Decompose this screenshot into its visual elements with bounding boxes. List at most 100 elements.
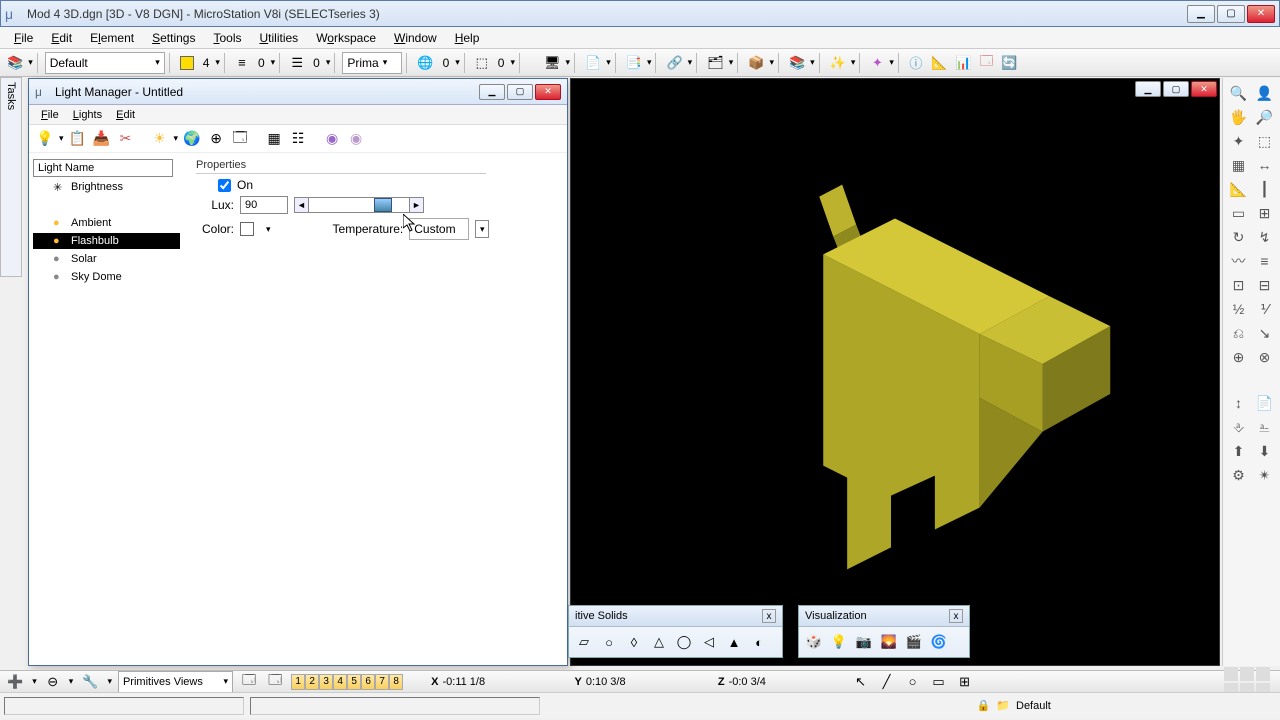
rt-3[interactable]: 🖐 [1227, 106, 1251, 128]
view-btn-8[interactable]: 8 [389, 674, 403, 690]
rt-21[interactable]: ⎌ [1227, 322, 1251, 344]
rt-24[interactable]: ⊗ [1253, 346, 1277, 368]
light-item-brightness[interactable]: ✳ Brightness [33, 179, 180, 195]
rt-23[interactable]: ⊕ [1227, 346, 1251, 368]
rt-9[interactable]: 📐 [1227, 178, 1251, 200]
menu-edit[interactable]: Edit [43, 29, 80, 47]
target-icon[interactable]: ⊕ [206, 129, 226, 149]
minimize-button[interactable]: ▁ [1187, 5, 1215, 23]
tool-l[interactable]: 🗔 [976, 52, 996, 74]
lm-menu-edit[interactable]: Edit [110, 108, 141, 122]
snap-cursor-icon[interactable]: ↖ [851, 671, 871, 693]
delete-light-icon[interactable]: ✂ [116, 129, 136, 149]
globe-icon[interactable]: 🌍 [182, 129, 202, 149]
rt-22[interactable]: ↘ [1253, 322, 1277, 344]
rt-15[interactable]: 〰 [1227, 250, 1251, 272]
view-maximize-button[interactable]: ▢ [1163, 81, 1189, 97]
lux-input[interactable] [240, 196, 288, 214]
tool-j[interactable]: 📐 [928, 52, 950, 74]
viz-5-icon[interactable]: 🎬 [903, 631, 925, 653]
tool-h[interactable]: ✨ [827, 52, 849, 74]
tool-k[interactable]: 📊 [952, 52, 974, 74]
rt-26[interactable]: 📄 [1253, 392, 1277, 414]
light-item-skydome[interactable]: ● Sky Dome [33, 269, 180, 285]
rt-18[interactable]: ⊟ [1253, 274, 1277, 296]
render1-icon[interactable]: ◉ [322, 129, 342, 149]
rt-12[interactable]: ⊞ [1253, 202, 1277, 224]
rt-8[interactable]: ↔ [1253, 154, 1277, 176]
rt-25[interactable]: ↕ [1227, 392, 1251, 414]
menu-element[interactable]: Element [82, 29, 142, 47]
lm-maximize-button[interactable]: ▢ [507, 84, 533, 100]
solid-wedge-icon[interactable]: ◁ [698, 631, 720, 653]
rt-1[interactable]: 🔍 [1227, 82, 1251, 104]
snap-grid-icon[interactable]: ⊞ [955, 671, 975, 693]
temp-caret[interactable]: ▾ [475, 220, 489, 238]
layers-icon[interactable]: 📚 [4, 52, 26, 74]
tool-g[interactable]: 📚 [786, 52, 808, 74]
solids-close-icon[interactable]: x [762, 609, 776, 623]
on-checkbox[interactable] [218, 179, 231, 192]
tool-f[interactable]: 📦 [745, 52, 767, 74]
lm-close-button[interactable]: ✕ [535, 84, 561, 100]
menu-settings[interactable]: Settings [144, 29, 203, 47]
view-close-button[interactable]: ✕ [1191, 81, 1217, 97]
viz-1-icon[interactable]: 🎲 [803, 631, 825, 653]
level-dropdown[interactable]: Default ▾ [45, 52, 165, 74]
solid-extra-icon[interactable]: ◐ [748, 631, 770, 653]
snap-rect-icon[interactable]: ▭ [929, 671, 949, 693]
lm-minimize-button[interactable]: ▁ [479, 84, 505, 100]
new-light-icon[interactable]: 💡 [35, 129, 55, 149]
tool-b[interactable]: 📄 [582, 52, 604, 74]
viz-2-icon[interactable]: 💡 [828, 631, 850, 653]
rt-13[interactable]: ↻ [1227, 226, 1251, 248]
bb-minus-icon[interactable]: ⊖ [43, 671, 63, 693]
rt-28[interactable]: ⎁ [1253, 416, 1277, 438]
menu-tools[interactable]: Tools [205, 29, 249, 47]
color-swatch[interactable] [240, 222, 254, 236]
rt-14[interactable]: ↯ [1253, 226, 1277, 248]
viz-3-icon[interactable]: 📷 [853, 631, 875, 653]
viz-close-icon[interactable]: x [949, 609, 963, 623]
copy-light-icon[interactable]: 📋 [68, 129, 88, 149]
menu-help[interactable]: Help [447, 29, 488, 47]
list-icon[interactable]: ☷ [288, 129, 308, 149]
rt-7[interactable]: ▦ [1227, 154, 1251, 176]
paste-light-icon[interactable]: 📥 [92, 129, 112, 149]
primitive-solids-toolbox[interactable]: itive Solids x ▱ ○ ◊ △ ◯ ◁ ▲ ◐ [568, 605, 783, 658]
folder-icon[interactable]: 📁 [996, 699, 1010, 712]
rt-5[interactable]: ✦ [1227, 130, 1251, 152]
snap-line-icon[interactable]: ╱ [877, 671, 897, 693]
view-btn-6[interactable]: 6 [361, 674, 375, 690]
window-icon[interactable]: 🗔 [230, 129, 250, 149]
solid-cone-icon[interactable]: △ [648, 631, 670, 653]
rt-31[interactable]: ⚙ [1227, 464, 1251, 486]
priority-icon[interactable]: ⬚ [472, 52, 492, 74]
bb-win2-icon[interactable]: 🗔 [265, 671, 285, 693]
rt-30[interactable]: ⬇ [1253, 440, 1277, 462]
viz-6-icon[interactable]: 🌀 [928, 631, 950, 653]
menu-file[interactable]: File [6, 29, 41, 47]
rt-6[interactable]: ⬚ [1253, 130, 1277, 152]
solid-sphere-icon[interactable]: ○ [598, 631, 620, 653]
lock-icon[interactable]: 🔒 [977, 699, 991, 712]
slider-left-arrow[interactable]: ◄ [295, 198, 309, 212]
solid-slab-icon[interactable]: ▱ [573, 631, 595, 653]
rt-16[interactable]: ≡ [1253, 250, 1277, 272]
view-btn-5[interactable]: 5 [347, 674, 361, 690]
view-btn-1[interactable]: 1 [291, 674, 305, 690]
rt-29[interactable]: ⬆ [1227, 440, 1251, 462]
color-caret[interactable]: ▾ [266, 224, 271, 235]
tasks-panel[interactable]: Tasks [0, 77, 22, 277]
color-swatch[interactable] [177, 52, 197, 74]
render2-icon[interactable]: ◉ [346, 129, 366, 149]
3d-viewport[interactable]: ▁ ▢ ✕ [570, 78, 1220, 666]
bb-win1-icon[interactable]: 🗔 [239, 671, 259, 693]
temperature-dropdown[interactable]: Custom [409, 218, 469, 240]
linestyle-icon[interactable]: ≡ [232, 52, 252, 74]
menu-window[interactable]: Window [386, 29, 445, 47]
slider-right-arrow[interactable]: ► [409, 198, 423, 212]
tool-e[interactable]: 🗂 [704, 52, 727, 74]
globe-icon[interactable]: 🌐 [414, 52, 436, 74]
rt-11[interactable]: ▭ [1227, 202, 1251, 224]
